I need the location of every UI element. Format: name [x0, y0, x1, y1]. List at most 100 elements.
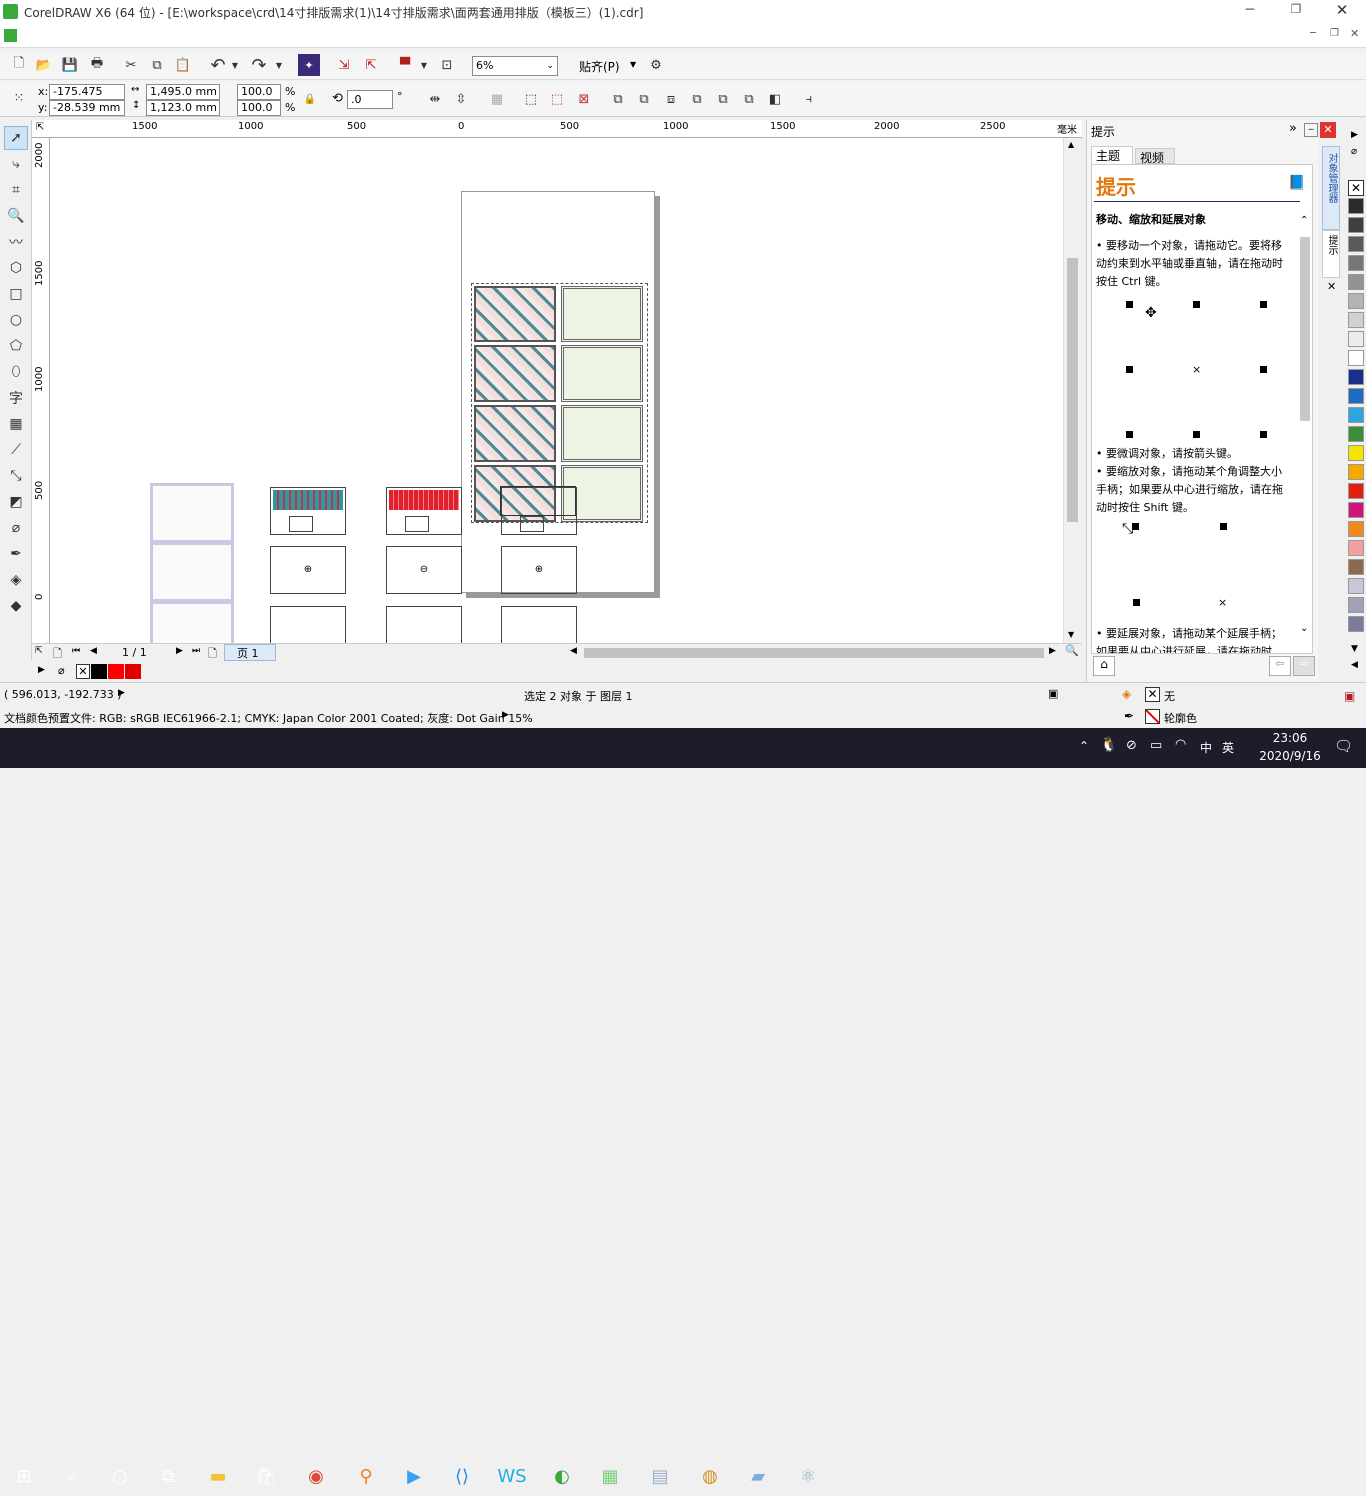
- smart-fill-tool-icon[interactable]: ⬡: [4, 256, 28, 280]
- palette-swatch[interactable]: [1348, 255, 1364, 271]
- outline-swatch[interactable]: [1145, 709, 1160, 724]
- ime-indicator[interactable]: 英: [1222, 739, 1234, 756]
- palette-no-color[interactable]: ✕: [1348, 180, 1364, 196]
- coreldraw-icon[interactable]: ◐: [542, 1456, 582, 1496]
- hints-scroll-up-icon[interactable]: ⌃: [1300, 215, 1308, 226]
- hints-scrollbar[interactable]: ⌃ ⌄: [1298, 215, 1312, 635]
- doc-close-button[interactable]: ✕: [1350, 27, 1359, 40]
- fullscreen-icon[interactable]: ⊡: [436, 54, 458, 76]
- back-minus-front-icon[interactable]: ◧: [764, 88, 786, 110]
- palette-swatch[interactable]: [1348, 426, 1364, 442]
- trim-icon[interactable]: ⧈: [660, 88, 682, 110]
- ungroup-icon[interactable]: ⬚: [546, 88, 568, 110]
- palette-swatch[interactable]: [1348, 312, 1364, 328]
- scale-x-field[interactable]: 100.0: [237, 84, 281, 100]
- palette-swatch[interactable]: [1348, 597, 1364, 613]
- prev-page-icon[interactable]: ◀: [90, 646, 97, 656]
- lid-mockup[interactable]: ⊕: [270, 546, 346, 594]
- cut-icon[interactable]: ✂: [120, 54, 142, 76]
- palette-swatch[interactable]: [1348, 369, 1364, 385]
- palette-swatch[interactable]: [1348, 198, 1364, 214]
- basic-shapes-tool-icon[interactable]: ⬯: [4, 360, 28, 384]
- palette-swatch[interactable]: [1348, 464, 1364, 480]
- keyboard-mockup-teal[interactable]: [270, 487, 346, 535]
- fill-swatch[interactable]: ✕: [1145, 687, 1160, 702]
- palette-swatch[interactable]: [1348, 293, 1364, 309]
- zoom-tool-icon[interactable]: 🔍: [4, 204, 28, 228]
- palette-expand-icon[interactable]: ◀: [1351, 660, 1358, 670]
- palette-swatch[interactable]: [1348, 616, 1364, 632]
- shape-tool-icon[interactable]: ⤷: [4, 152, 28, 176]
- pet-app-icon[interactable]: ◍: [690, 1456, 730, 1496]
- search-app-icon[interactable]: ⚲: [346, 1456, 386, 1496]
- ruler-origin-icon[interactable]: ⇱: [36, 122, 44, 133]
- outline-pen-tool-icon[interactable]: ✒: [4, 542, 28, 566]
- hints-forward-icon[interactable]: ⇨: [1293, 656, 1315, 676]
- blank-panel[interactable]: [561, 345, 643, 402]
- laptop-mockup-plain[interactable]: [150, 542, 234, 602]
- chrome-icon[interactable]: ◉: [296, 1456, 336, 1496]
- notification-icon[interactable]: 🗨: [1334, 737, 1353, 755]
- docker-tab-close-icon[interactable]: ✕: [1327, 280, 1336, 293]
- docker-tab-video[interactable]: 视频: [1135, 148, 1175, 165]
- minimize-button[interactable]: ─: [1240, 2, 1260, 18]
- copy-icon[interactable]: ⧉: [146, 54, 168, 76]
- keyboard-mockup-red[interactable]: [386, 487, 462, 535]
- palette-swatch[interactable]: [1348, 502, 1364, 518]
- ime-chinese[interactable]: 中: [1200, 739, 1212, 756]
- scale-y-field[interactable]: 100.0: [237, 100, 281, 116]
- lid-mockup[interactable]: ⊕: [501, 546, 577, 594]
- docker-minimize-icon[interactable]: ─: [1304, 123, 1318, 137]
- laptop-mockup-plain[interactable]: [150, 601, 234, 643]
- selected-object[interactable]: [500, 486, 576, 516]
- doc-restore-button[interactable]: ❐: [1330, 28, 1339, 39]
- snap-dropdown-icon[interactable]: ▼: [630, 60, 636, 69]
- clock-date[interactable]: 2020/9/16: [1254, 749, 1326, 763]
- palette-play-icon[interactable]: ▶: [38, 665, 45, 675]
- image-viewer-icon[interactable]: ▦: [590, 1456, 630, 1496]
- store-icon[interactable]: 🛍: [246, 1456, 286, 1496]
- weld-icon[interactable]: ⧉: [633, 88, 655, 110]
- palette-swatch[interactable]: [1348, 540, 1364, 556]
- mirror-h-icon[interactable]: ⇹: [424, 88, 446, 110]
- hints-back-icon[interactable]: ⇦: [1269, 656, 1291, 676]
- x-position-field[interactable]: -175.475 mm: [49, 84, 125, 112]
- save-icon[interactable]: 💾: [59, 54, 81, 76]
- publish-dropdown-icon[interactable]: ▼: [418, 54, 430, 76]
- search-icon[interactable]: ⌕: [52, 1456, 92, 1496]
- y-position-field[interactable]: -28.539 mm: [49, 100, 125, 116]
- simplify-icon[interactable]: ⧉: [712, 88, 734, 110]
- drawing-canvas[interactable]: ⊕ ⊖ ⊕: [50, 138, 1063, 643]
- rotation-field[interactable]: .0: [347, 90, 393, 109]
- palette-swatch[interactable]: [1348, 350, 1364, 366]
- snap-to-menu[interactable]: 贴齐(P): [579, 58, 620, 75]
- vscode-icon[interactable]: ⟨⟩: [442, 1456, 482, 1496]
- blend-tool-icon[interactable]: ◩: [4, 490, 28, 514]
- paste-icon[interactable]: 📋: [172, 54, 194, 76]
- palette-swatch[interactable]: [1348, 274, 1364, 290]
- doc-minimize-button[interactable]: ─: [1310, 28, 1316, 39]
- next-page-icon[interactable]: ▶: [176, 646, 183, 656]
- scroll-up-icon[interactable]: ▲: [1068, 140, 1074, 149]
- object-manager-tab[interactable]: 对象管理器: [1322, 146, 1340, 230]
- eyedropper-tool-icon[interactable]: ⌀: [4, 516, 28, 540]
- docker-expand-icon[interactable]: »: [1289, 121, 1297, 136]
- height-field[interactable]: 1,123.0 mm: [146, 100, 220, 116]
- hints-home-icon[interactable]: ⌂: [1093, 656, 1115, 676]
- crop-tool-icon[interactable]: ⌗: [4, 178, 28, 202]
- palette-swatch[interactable]: [1348, 388, 1364, 404]
- options-icon[interactable]: ⚙: [645, 54, 667, 76]
- red-swatch[interactable]: [108, 664, 124, 679]
- hints-scroll-down-icon[interactable]: ⌄: [1300, 623, 1308, 634]
- palette-swatch[interactable]: [1348, 236, 1364, 252]
- connector-tool-icon[interactable]: ⤡: [4, 464, 28, 488]
- pattern-panel[interactable]: [474, 286, 556, 342]
- new-icon[interactable]: 🗋: [8, 54, 30, 76]
- blank-panel[interactable]: [561, 286, 643, 342]
- file-explorer-icon[interactable]: ▬: [198, 1456, 238, 1496]
- network-off-icon[interactable]: ⊘: [1126, 738, 1137, 753]
- ellipse-tool-icon[interactable]: ○: [4, 308, 28, 332]
- scroll-down-icon[interactable]: ▼: [1068, 630, 1074, 639]
- palette-swatch[interactable]: [1348, 407, 1364, 423]
- polygon-tool-icon[interactable]: ⬠: [4, 334, 28, 358]
